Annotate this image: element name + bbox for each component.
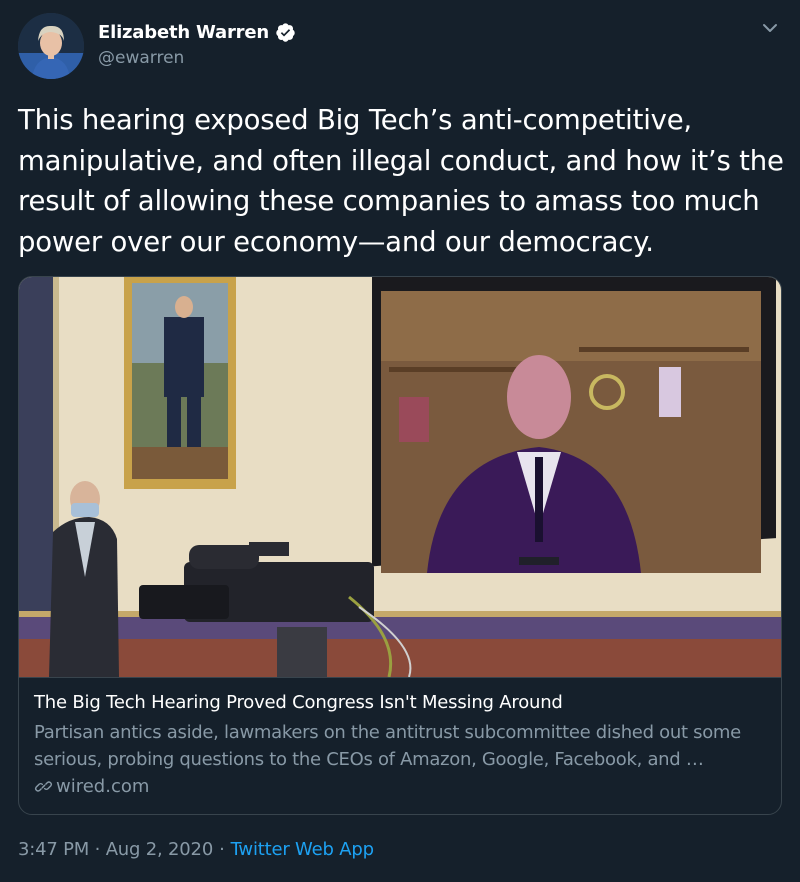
link-card[interactable]: The Big Tech Hearing Proved Congress Isn… xyxy=(18,276,782,815)
source-app-link[interactable]: Twitter Web App xyxy=(231,839,374,860)
author-handle[interactable]: @ewarren xyxy=(98,48,296,68)
avatar[interactable] xyxy=(18,13,84,79)
avatar-image xyxy=(18,13,84,79)
meta-separator: · xyxy=(219,839,225,860)
tweet-timestamp[interactable]: 3:47 PM · Aug 2, 2020 xyxy=(18,839,213,860)
card-image[interactable] xyxy=(19,277,781,677)
author-display-name[interactable]: Elizabeth Warren xyxy=(98,22,269,43)
card-description: Partisan antics aside, lawmakers on the … xyxy=(34,722,741,770)
tweet-meta: 3:47 PM · Aug 2, 2020 · Twitter Web App xyxy=(18,839,374,860)
author-block[interactable]: Elizabeth Warren @ewarren xyxy=(98,20,296,68)
card-body[interactable]: The Big Tech Hearing Proved Congress Isn… xyxy=(34,690,774,797)
card-title[interactable]: The Big Tech Hearing Proved Congress Isn… xyxy=(34,690,774,716)
card-domain[interactable]: wired.com xyxy=(56,776,149,797)
card-domain-row[interactable]: wired.com xyxy=(34,776,774,797)
chevron-down-icon[interactable] xyxy=(760,18,780,38)
tweet-text: This hearing exposed Big Tech’s anti-com… xyxy=(18,104,784,258)
verified-badge-icon xyxy=(276,22,295,42)
hearing-photo xyxy=(19,277,781,677)
link-icon xyxy=(35,781,52,792)
card-divider xyxy=(19,677,781,678)
